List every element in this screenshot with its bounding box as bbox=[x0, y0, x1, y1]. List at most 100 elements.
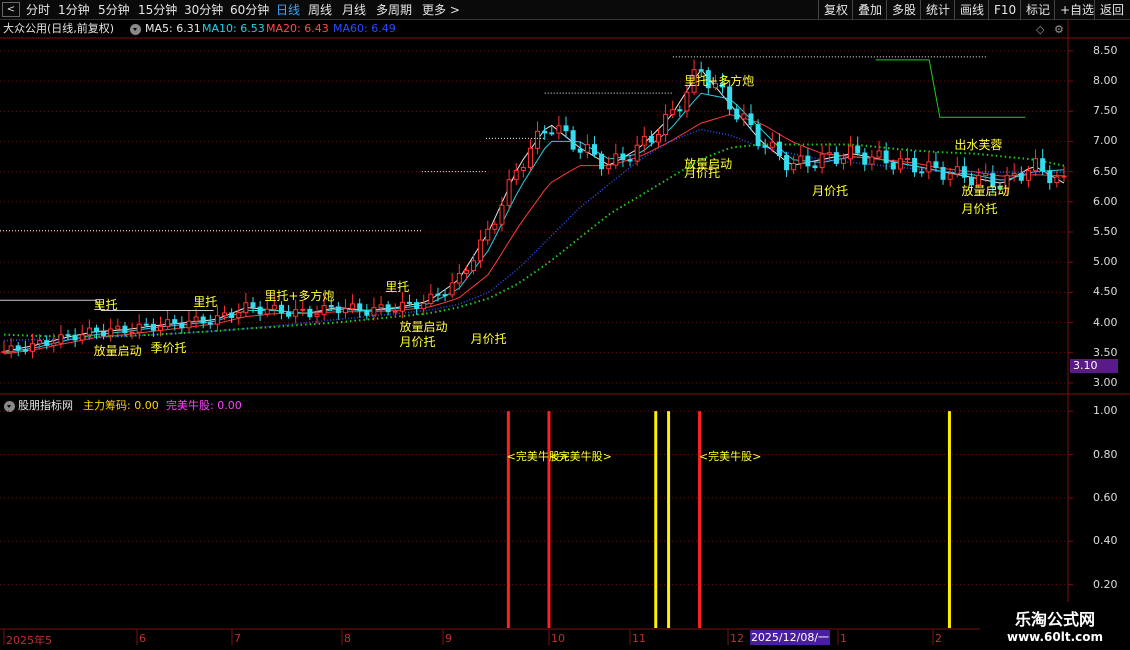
candle-body bbox=[904, 157, 910, 160]
candle-body bbox=[44, 340, 50, 346]
candle-body bbox=[535, 130, 541, 149]
candle-body bbox=[264, 308, 270, 315]
candle-body bbox=[442, 294, 448, 297]
candle-body bbox=[350, 303, 356, 310]
indicator-tick-label: 0.20 bbox=[1093, 577, 1118, 591]
signal-label-1: <完美牛股> bbox=[549, 449, 612, 463]
price-tick-label: 5.00 bbox=[1093, 255, 1118, 269]
candle-body bbox=[513, 169, 519, 181]
signal-label-2: <完美牛股> bbox=[698, 449, 762, 463]
candle-body bbox=[200, 316, 206, 324]
candle-body bbox=[840, 158, 846, 164]
candle-body bbox=[698, 69, 704, 72]
candle-body bbox=[912, 157, 918, 173]
indicator-tick-label: 0.80 bbox=[1093, 447, 1118, 461]
candle-body bbox=[677, 109, 683, 112]
watermark-title: 乐淘公式网 bbox=[1014, 610, 1095, 629]
candle-body bbox=[72, 334, 78, 341]
candle-body bbox=[214, 315, 220, 325]
candle-body bbox=[58, 334, 64, 344]
candle-body bbox=[506, 179, 512, 206]
candle-body bbox=[307, 308, 313, 318]
candle-body bbox=[93, 327, 99, 333]
candle-body bbox=[1033, 158, 1039, 172]
candle-body bbox=[492, 223, 498, 230]
ma-line-ma120 bbox=[3, 143, 1065, 338]
candle-body bbox=[29, 343, 35, 352]
candle-body bbox=[207, 322, 213, 325]
date-tick-4: 9 bbox=[445, 632, 452, 645]
candle-body bbox=[407, 301, 413, 304]
candle-body bbox=[158, 325, 164, 331]
candle-body bbox=[570, 130, 576, 150]
stop-line bbox=[875, 59, 1026, 118]
annotation-12: 月价托 bbox=[812, 183, 849, 198]
candle-body bbox=[848, 145, 854, 160]
annotation-0: 里托 bbox=[93, 298, 118, 313]
candle-body bbox=[755, 124, 761, 146]
candle-body bbox=[869, 156, 875, 165]
candle-body bbox=[584, 144, 590, 153]
candle-body bbox=[364, 310, 370, 316]
candle-body bbox=[193, 316, 199, 322]
candle-body bbox=[357, 303, 363, 312]
date-tick-5: 10 bbox=[551, 632, 565, 645]
candle-body bbox=[328, 305, 334, 308]
candle-body bbox=[648, 135, 654, 143]
date-tick-6: 11 bbox=[632, 632, 646, 645]
candle-body bbox=[378, 304, 384, 309]
candle-body bbox=[129, 331, 135, 334]
candle-body bbox=[613, 153, 619, 166]
price-tick-label: 3.00 bbox=[1093, 375, 1118, 389]
candle-body bbox=[371, 307, 377, 316]
candle-body bbox=[222, 312, 228, 317]
candle-body bbox=[926, 161, 932, 173]
candle-body bbox=[321, 305, 327, 315]
annotation-2: 季价托 bbox=[150, 340, 187, 355]
candle-body bbox=[819, 153, 825, 169]
candle-body bbox=[1040, 158, 1046, 172]
side-strip bbox=[1118, 21, 1130, 391]
candle-body bbox=[784, 155, 790, 171]
candle-body bbox=[1, 351, 7, 354]
candle-body bbox=[186, 320, 192, 329]
candle-body bbox=[833, 152, 839, 164]
indicator-tick-label: 1.00 bbox=[1093, 404, 1118, 418]
candle-body bbox=[791, 163, 797, 171]
price-tick-label: 4.50 bbox=[1093, 285, 1118, 299]
candle-body bbox=[805, 155, 811, 167]
candle-body bbox=[940, 167, 946, 180]
candle-body bbox=[1018, 173, 1024, 181]
candle-body bbox=[463, 269, 469, 274]
candle-body bbox=[300, 308, 306, 311]
annotation-7: 月价托 bbox=[399, 334, 436, 349]
candle-body bbox=[684, 91, 690, 112]
candle-body bbox=[86, 327, 92, 336]
annotation-9: 里托+多方炮 bbox=[684, 73, 755, 88]
candle-body bbox=[421, 302, 427, 310]
candle-body bbox=[449, 282, 455, 296]
annotation-3: 里托 bbox=[193, 295, 218, 310]
date-tick-1: 6 bbox=[139, 632, 146, 645]
date-tick-8: 1 bbox=[840, 632, 847, 645]
candle-body bbox=[456, 272, 462, 284]
candle-body bbox=[51, 342, 57, 346]
candle-body bbox=[727, 86, 733, 110]
watermark: 乐淘公式网 www.60lt.com bbox=[980, 602, 1130, 650]
candle-body bbox=[1061, 175, 1067, 178]
candle-body bbox=[655, 134, 661, 143]
candle-body bbox=[527, 147, 533, 168]
candle-body bbox=[591, 144, 597, 155]
price-tick-label: 6.00 bbox=[1093, 194, 1118, 208]
candle-body bbox=[634, 144, 640, 162]
ma-line-ma60 bbox=[3, 128, 1064, 342]
candle-body bbox=[961, 166, 967, 178]
candle-body bbox=[890, 162, 896, 170]
candle-body bbox=[65, 334, 71, 337]
price-tick-label: 5.50 bbox=[1093, 225, 1118, 238]
candle-body bbox=[1011, 173, 1017, 176]
date-tick-9: 2 bbox=[935, 632, 942, 645]
candle-body bbox=[741, 113, 747, 120]
candle-body bbox=[179, 322, 185, 329]
candle-body bbox=[101, 331, 107, 337]
